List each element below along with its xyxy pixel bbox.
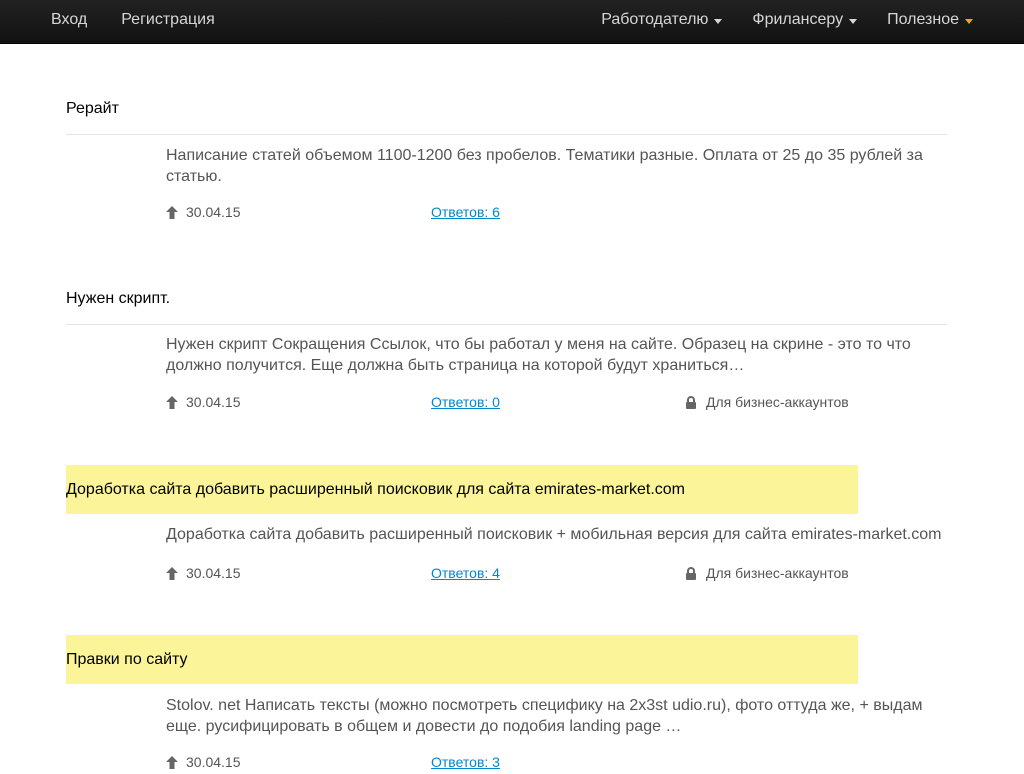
job-meta: 30.04.15 Ответов: 4 Для бизнес-аккаунтов [166, 565, 947, 585]
business-only-label: Для бизнес-аккаунтов [706, 565, 849, 581]
arrow-up-icon [166, 755, 178, 769]
business-only-label: Для бизнес-аккаунтов [706, 394, 849, 410]
job-title[interactable]: Нужен скрипт. [66, 274, 858, 323]
business-only-badge: Для бизнес-аккаунтов [685, 394, 849, 410]
nav-right: Работодателю Фрилансеру Полезное [601, 0, 973, 40]
job-date-text: 30.04.15 [186, 565, 241, 581]
job-divider [66, 134, 947, 135]
job-meta: 30.04.15 Ответов: 6 [166, 204, 947, 224]
answers-link[interactable]: Ответов: 4 [431, 565, 500, 581]
job-divider [66, 324, 947, 325]
login-link[interactable]: Вход [51, 0, 87, 40]
employer-menu[interactable]: Работодателю [601, 0, 723, 40]
nav-left: Вход Регистрация [51, 0, 215, 40]
job-description: Нужен скрипт Сокращения Ссылок, что бы р… [166, 336, 911, 374]
lock-icon [686, 395, 696, 409]
freelancer-menu[interactable]: Фрилансеру [752, 0, 858, 40]
job-title[interactable]: Рерайт [66, 84, 858, 133]
chevron-down-icon [965, 18, 973, 24]
job-title[interactable]: Доработка сайта добавить расширенный пои… [66, 465, 858, 514]
arrow-up-icon [166, 395, 178, 409]
job-date: 30.04.15 [166, 565, 241, 581]
arrow-up-icon [166, 205, 178, 219]
employer-menu-label: Работодателю [601, 11, 709, 28]
freelancer-menu-label: Фрилансеру [752, 11, 844, 28]
job-date-text: 30.04.15 [186, 394, 241, 410]
arrow-up-icon [166, 566, 178, 580]
business-only-badge: Для бизнес-аккаунтов [685, 565, 849, 581]
job-meta: 30.04.15 Ответов: 3 [166, 754, 947, 774]
job-meta: 30.04.15 Ответов: 0 Для бизнес-аккаунтов [166, 394, 947, 414]
job-description: Доработка сайта добавить расширенный пои… [166, 526, 942, 543]
answers-link[interactable]: Ответов: 0 [431, 394, 500, 410]
job-date-text: 30.04.15 [186, 204, 241, 220]
job-title[interactable]: Правки по сайту [66, 635, 858, 684]
job-description: Написание статей объемом 1100-1200 без п… [166, 147, 923, 185]
job-date: 30.04.15 [166, 204, 241, 220]
job-date: 30.04.15 [166, 394, 241, 410]
useful-menu[interactable]: Полезное [887, 0, 973, 40]
chevron-down-icon [714, 18, 723, 24]
top-navbar: Вход Регистрация Работодателю Фрилансеру… [0, 0, 1024, 44]
job-description: Stolov. net Написать тексты (можно посмо… [166, 697, 923, 735]
chevron-down-icon [849, 18, 858, 24]
register-link[interactable]: Регистрация [121, 0, 215, 40]
lock-icon [686, 566, 696, 580]
answers-link[interactable]: Ответов: 6 [431, 204, 500, 220]
useful-menu-label: Полезное [887, 11, 959, 28]
